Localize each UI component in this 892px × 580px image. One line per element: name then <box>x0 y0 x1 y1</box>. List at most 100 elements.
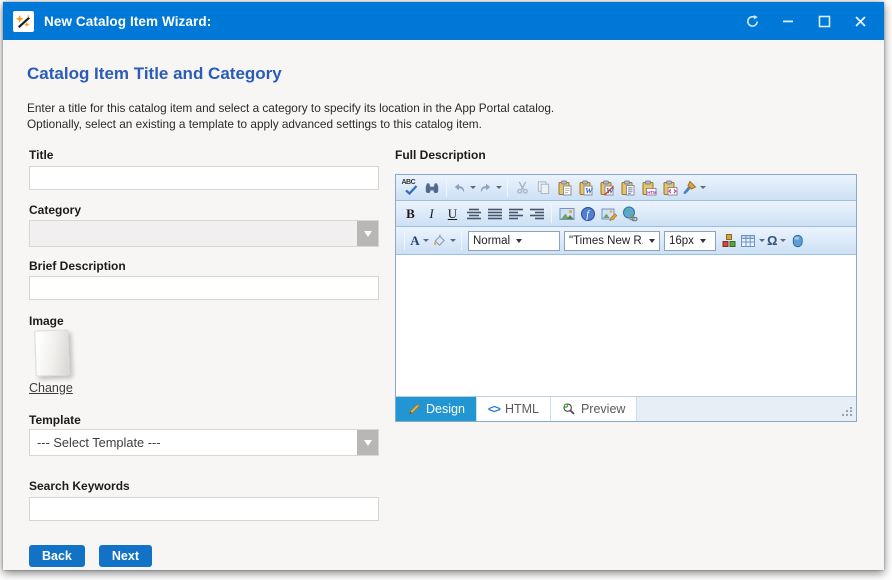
category-dropdown[interactable] <box>29 220 379 247</box>
search-keywords-input[interactable] <box>29 497 379 521</box>
media-manager-button[interactable] <box>787 230 808 251</box>
omega-icon: Ω <box>767 233 777 248</box>
align-left-button[interactable] <box>505 203 526 224</box>
template-dropdown[interactable]: --- Select Template --- <box>29 429 379 456</box>
page-title: Catalog Item Title and Category <box>27 64 282 84</box>
underline-icon: U <box>448 206 457 222</box>
chevron-down-icon <box>700 186 706 189</box>
screen: New Catalog Item Wizard: <box>0 0 892 580</box>
hyperlink-globe-icon <box>622 206 638 222</box>
editor-mode-tabs: Design <> HTML Prev <box>396 397 856 421</box>
font-size-select[interactable]: 16px <box>664 231 716 251</box>
paint-bucket-icon <box>431 233 447 248</box>
chevron-down-icon <box>423 239 429 242</box>
pencil-icon <box>407 402 421 416</box>
find-button[interactable] <box>421 177 442 198</box>
chevron-down-icon <box>364 231 372 237</box>
align-center-button[interactable] <box>463 203 484 224</box>
table-icon <box>740 233 756 249</box>
paste-word-icon: W <box>578 180 594 196</box>
italic-button[interactable]: I <box>421 203 442 224</box>
font-color-icon: A <box>410 233 419 249</box>
toolbar-separator <box>507 179 508 197</box>
svg-text:HTML: HTML <box>647 189 657 194</box>
font-family-select[interactable]: "Times New R... <box>564 231 660 251</box>
editor-toolbar-row1: ABC <box>396 175 856 201</box>
editor-resize-grip[interactable] <box>841 404 853 422</box>
paragraph-style-value: Normal <box>473 235 510 247</box>
category-value <box>30 221 357 246</box>
refresh-button[interactable] <box>737 8 767 34</box>
wizard-app-icon <box>13 11 34 32</box>
tab-html-label: HTML <box>505 402 539 416</box>
font-family-value: "Times New R... <box>569 235 643 247</box>
paste-plain-text-icon <box>620 180 636 196</box>
paste-icon <box>557 180 573 196</box>
spellcheck-button[interactable]: ABC <box>400 177 421 198</box>
paragraph-style-select[interactable]: Normal <box>468 231 560 251</box>
font-color-button[interactable]: A <box>409 230 430 251</box>
rich-text-editor: ABC <box>395 174 857 422</box>
format-painter-button[interactable] <box>680 177 707 198</box>
chevron-down-icon <box>649 239 655 243</box>
next-button[interactable]: Next <box>99 545 152 567</box>
paste-special-icon <box>662 180 678 196</box>
title-input[interactable] <box>29 166 379 190</box>
close-button[interactable] <box>845 8 875 34</box>
flash-icon: f <box>580 206 596 222</box>
chevron-down-icon <box>516 239 522 243</box>
align-justify-button[interactable] <box>484 203 505 224</box>
wizard-content: Catalog Item Title and Category Enter a … <box>3 40 884 570</box>
insert-flash-button[interactable]: f <box>577 203 598 224</box>
title-bar[interactable]: New Catalog Item Wizard: <box>3 2 884 40</box>
special-character-button[interactable]: Ω <box>766 230 787 251</box>
editor-content-area[interactable] <box>396 255 856 397</box>
insert-table-button[interactable] <box>739 230 766 251</box>
catalog-item-image <box>34 329 70 376</box>
tab-preview[interactable]: Preview <box>551 397 637 421</box>
brush-icon <box>681 180 697 196</box>
tab-design[interactable]: Design <box>396 397 477 421</box>
paste-html-icon: HTML <box>641 180 657 196</box>
insert-module-button[interactable] <box>718 230 739 251</box>
chevron-down-icon <box>759 239 765 242</box>
align-justify-icon <box>488 208 502 220</box>
change-image-link[interactable]: Change <box>29 381 73 395</box>
underline-button[interactable]: U <box>442 203 463 224</box>
paste-button[interactable] <box>554 177 575 198</box>
paste-plain-text-button[interactable] <box>617 177 638 198</box>
svg-text:W: W <box>585 185 594 195</box>
undo-icon <box>452 180 467 195</box>
template-label: Template <box>29 413 379 427</box>
highlight-color-button[interactable] <box>430 230 457 251</box>
wizard-window: New Catalog Item Wizard: <box>3 2 884 570</box>
align-left-icon <box>509 208 523 220</box>
image-icon <box>559 206 575 222</box>
align-right-button[interactable] <box>526 203 547 224</box>
paste-from-word-clean-button[interactable]: W <box>596 177 617 198</box>
editor-toolbar-row3: A Normal <box>396 227 856 255</box>
tab-preview-label: Preview <box>581 402 625 416</box>
paste-from-word-button[interactable]: W <box>575 177 596 198</box>
bold-button[interactable]: B <box>400 203 421 224</box>
back-button[interactable]: Back <box>29 545 85 567</box>
cut-button[interactable] <box>512 177 533 198</box>
paste-html-button[interactable]: HTML <box>638 177 659 198</box>
toolbar-separator <box>404 232 405 250</box>
undo-button[interactable] <box>451 177 477 198</box>
hyperlink-button[interactable] <box>619 203 640 224</box>
image-editor-button[interactable] <box>598 203 619 224</box>
chevron-down-icon <box>364 440 372 446</box>
maximize-button[interactable] <box>809 8 839 34</box>
redo-button[interactable] <box>477 177 503 198</box>
paste-special-button[interactable] <box>659 177 680 198</box>
chevron-down-icon <box>780 239 786 242</box>
title-label: Title <box>29 148 379 162</box>
tab-html[interactable]: <> HTML <box>477 397 551 421</box>
category-dropdown-arrow[interactable] <box>357 221 378 246</box>
insert-image-button[interactable] <box>556 203 577 224</box>
brief-description-input[interactable] <box>29 276 379 300</box>
copy-button[interactable] <box>533 177 554 198</box>
template-dropdown-arrow[interactable] <box>357 430 378 455</box>
minimize-button[interactable] <box>773 8 803 34</box>
